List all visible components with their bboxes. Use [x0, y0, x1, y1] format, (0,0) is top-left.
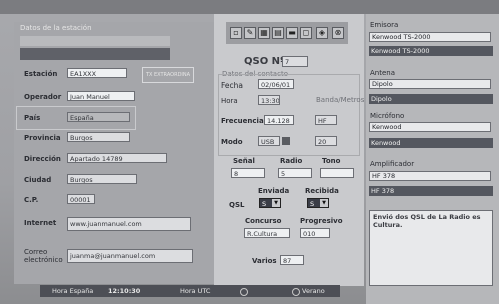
label-amplificador: Amplificador: [370, 160, 415, 168]
station-section-title: Datos de la estación: [20, 24, 92, 32]
enviada-value: S: [262, 200, 267, 208]
operador-field[interactable]: Juan Manuel: [67, 91, 135, 101]
label-correo: Correo electrónico: [24, 248, 63, 264]
recibida-dropdown-icon[interactable]: ▼: [320, 199, 328, 207]
status-bar: Hora España 12:10:30 Hora UTC Verano: [40, 285, 340, 297]
verano-radio[interactable]: [292, 288, 300, 296]
antena-selected-bar[interactable]: Dipolo: [369, 94, 493, 104]
enviada-select[interactable]: S ▼: [259, 198, 281, 208]
microfono-field[interactable]: Kenwood: [369, 122, 491, 132]
label-provincia: Provincia: [24, 134, 61, 142]
tag-icon[interactable]: ◈: [316, 27, 328, 39]
label-ciudad: Ciudad: [24, 176, 52, 184]
label-hora-espana: Hora España: [52, 287, 94, 295]
print-icon[interactable]: ▤: [272, 27, 284, 39]
modo-field[interactable]: USB: [258, 136, 280, 146]
label-concurso: Concurso: [245, 217, 282, 225]
label-microfono: Micrófono: [370, 112, 405, 120]
label-qsl: QSL: [229, 201, 245, 209]
modo-dropdown-icon[interactable]: [282, 137, 290, 145]
window-icon[interactable]: ◻: [300, 27, 312, 39]
correo-field[interactable]: juanma@juanmanuel.com: [67, 249, 193, 263]
emisora-selected-bar[interactable]: Kenwood TS-2000: [369, 46, 493, 56]
station-header-strip: [20, 36, 170, 46]
label-internet: Internet: [24, 219, 57, 227]
qso-number-field[interactable]: 7: [282, 56, 308, 67]
label-antena: Antena: [370, 69, 396, 77]
concurso-field[interactable]: R.Cultura: [244, 228, 290, 238]
hora-field[interactable]: 13:30: [258, 95, 280, 105]
qso-log-window: Datos de la estación Estación EA1XXX TX …: [0, 0, 499, 304]
varios-field[interactable]: 87: [280, 255, 304, 265]
label-radio: Radio: [280, 157, 303, 165]
recibida-value: S: [310, 200, 315, 208]
direccion-field[interactable]: Apartado 14789: [67, 153, 167, 163]
provincia-field[interactable]: Burgos: [67, 132, 130, 142]
cp-field[interactable]: 00001: [67, 194, 95, 204]
utc-radio[interactable]: [240, 288, 248, 296]
microfono-selected-bar[interactable]: Kenwood: [369, 138, 493, 148]
edit-pencil-icon[interactable]: ✎: [244, 27, 256, 39]
label-recibida: Recibida: [305, 187, 339, 195]
label-pais: País: [24, 114, 41, 122]
internet-field[interactable]: www.juanmanuel.com: [67, 217, 191, 231]
new-record-icon[interactable]: ▫: [230, 27, 242, 39]
grid-icon[interactable]: ▦: [258, 27, 270, 39]
callsign-stamp: TX EXTRAORDINA: [142, 67, 194, 83]
label-senal: Señal: [233, 157, 255, 165]
label-frecuencia: Frecuencia: [221, 117, 264, 125]
emisora-field[interactable]: Kenwood TS-2000: [369, 32, 491, 42]
tono-field[interactable]: [320, 168, 354, 178]
folder-icon[interactable]: ▬: [286, 27, 298, 39]
frecuencia-field[interactable]: 14.128: [264, 115, 294, 125]
label-cp: C.P.: [24, 196, 39, 204]
label-modo: Modo: [221, 138, 243, 146]
senal-field[interactable]: 8: [231, 168, 265, 178]
recibida-select[interactable]: S ▼: [307, 198, 329, 208]
amplificador-field[interactable]: HF 378: [369, 171, 491, 181]
amplificador-selected-bar[interactable]: HF 378: [369, 186, 493, 196]
station-header-strip-dark: [20, 48, 170, 60]
estacion-field[interactable]: EA1XXX: [67, 68, 127, 78]
label-varios: Varios: [252, 257, 277, 265]
equipment-panel: Emisora Kenwood TS-2000 Kenwood TS-2000 …: [366, 14, 499, 304]
window-top-bar: [0, 0, 499, 14]
radio-field[interactable]: 5: [278, 168, 312, 178]
progresivo-field[interactable]: 010: [300, 228, 330, 238]
label-operador: Operador: [24, 93, 62, 101]
label-verano: Verano: [302, 287, 325, 295]
fecha-field[interactable]: 02/06/01: [258, 79, 294, 89]
notes-textarea[interactable]: Envió dos QSL de La Radio es Cultura.: [369, 210, 493, 286]
ciudad-field[interactable]: Burgos: [67, 174, 137, 184]
label-emisora: Emisora: [370, 21, 399, 29]
hora-espana-value: 12:10:30: [108, 287, 141, 295]
label-hora: Hora: [221, 97, 238, 105]
metros-field[interactable]: 20: [315, 136, 337, 146]
label-banda: Banda/Metros: [316, 96, 365, 104]
label-fecha: Fecha: [221, 81, 243, 90]
banda-field[interactable]: HF: [315, 115, 337, 125]
qso-title: QSO Nº: [244, 56, 286, 67]
label-tono: Tono: [322, 157, 341, 165]
label-hora-utc: Hora UTC: [180, 287, 211, 295]
label-enviada: Enviada: [258, 187, 290, 195]
label-direccion: Dirección: [24, 155, 61, 163]
antena-field[interactable]: Dipolo: [369, 79, 491, 89]
enviada-dropdown-icon[interactable]: ▼: [272, 199, 280, 207]
label-progresivo: Progresivo: [300, 217, 343, 225]
exit-icon[interactable]: ⊗: [332, 27, 344, 39]
pais-field[interactable]: España: [67, 112, 130, 122]
label-estacion: Estación: [24, 70, 58, 78]
